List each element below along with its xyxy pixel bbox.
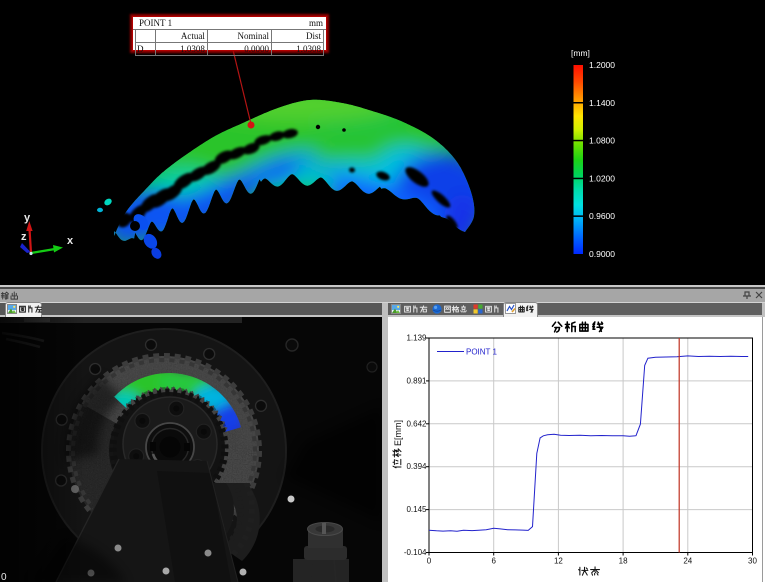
svg-text:1.2000: 1.2000 [589,60,615,70]
svg-text:24: 24 [683,557,692,566]
svg-text:0.642: 0.642 [406,419,427,428]
svg-text:30: 30 [748,557,757,566]
svg-text:z: z [21,231,27,243]
svg-text:0.9600: 0.9600 [589,211,615,221]
svg-text:[mm]: [mm] [571,48,590,58]
svg-text:1.0800: 1.0800 [589,136,615,146]
svg-text:0.145: 0.145 [406,505,427,514]
svg-text:12: 12 [554,557,563,566]
svg-text:E[mm]: E[mm] [393,420,403,446]
svg-text:1.1400: 1.1400 [589,98,615,108]
svg-text:0: 0 [1,572,7,582]
svg-text:y: y [24,212,31,224]
svg-text:6: 6 [491,557,496,566]
svg-text:1.139: 1.139 [406,334,427,343]
svg-text:0: 0 [427,557,432,566]
svg-text:0.9000: 0.9000 [589,249,615,259]
svg-text:POINT 1: POINT 1 [466,348,498,357]
svg-text:0.394: 0.394 [406,462,427,471]
svg-text:1.0200: 1.0200 [589,173,615,183]
svg-text:-0.104: -0.104 [404,548,427,557]
svg-text:0.891: 0.891 [406,376,427,385]
svg-text:18: 18 [619,557,628,566]
svg-text:x: x [67,235,74,247]
